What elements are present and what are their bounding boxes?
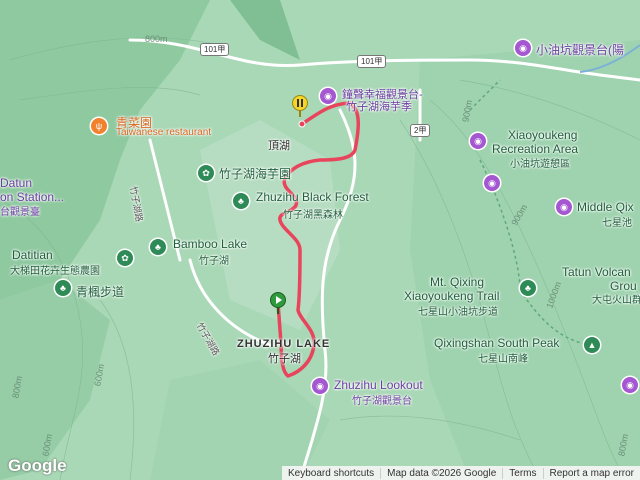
label-qixingshan-south-cjk[interactable]: 七星山南峰 [478,350,528,365]
park-icon[interactable]: ✿ [198,165,214,181]
label-xiaoyoukeng-rec-2[interactable]: Recreation Area [492,142,578,156]
contour-label: 800m [145,34,168,44]
label-lookout-cjk[interactable]: 竹子湖觀景台 [352,392,412,407]
label-sea-taro[interactable]: 竹子湖海芋季 [346,98,412,114]
park-icon[interactable]: ♣ [150,239,166,255]
label-dinghu: 頂湖 [268,140,290,152]
label-datun-3[interactable]: 台觀景臺 [0,203,40,218]
label-bamboo-lake[interactable]: Bamboo Lake [173,237,247,251]
label-datitian-cjk[interactable]: 大梯田花卉生態農園 [10,262,100,277]
camera-icon[interactable]: ◉ [515,40,531,56]
map-canvas[interactable]: ◉ ◉ ◉ ◉ ◉ ◉ ψ ✿ ♣ ♣ ✿ ♣ ♣ ▲ ◉ 101甲 101甲 … [0,0,640,480]
label-taiwanese-restaurant[interactable]: Taiwanese restaurant [116,127,211,138]
terms-link[interactable]: Terms [502,467,542,479]
terrain-layer [0,0,640,480]
report-error-link[interactable]: Report a map error [542,467,640,479]
road-shield: 2甲 [410,124,431,137]
camera-icon[interactable]: ◉ [622,377,638,393]
label-xiaoyoukeng-rec-cjk[interactable]: 小油坑遊憩區 [510,155,570,170]
label-zhuzihu-haiyu[interactable]: 竹子湖海芋園 [219,165,291,182]
camera-icon[interactable]: ◉ [320,88,336,104]
label-mt-qixing-2[interactable]: Xiaoyoukeng Trail [404,289,499,303]
label-datun-1[interactable]: Datun [0,176,32,190]
park-icon[interactable]: ✿ [117,250,133,266]
map-data-text: Map data ©2026 Google [380,467,502,479]
label-datun-2[interactable]: on Station... [0,190,64,204]
label-datitian[interactable]: Datitian [12,248,53,262]
map-footer: Keyboard shortcuts Map data ©2026 Google… [281,466,640,480]
route-end-dot [298,120,306,128]
label-mt-qixing-1[interactable]: Mt. Qixing [430,275,484,289]
label-qingfeng[interactable]: 青楓步道 [76,283,124,300]
start-flag-icon[interactable] [270,292,286,314]
label-mt-qixing-cjk[interactable]: 七星山小油坑步道 [418,303,498,318]
keyboard-shortcuts-link[interactable]: Keyboard shortcuts [282,468,380,479]
label-tatun-cjk[interactable]: 大屯火山群 [592,291,640,306]
mountain-icon[interactable]: ▲ [584,337,600,353]
label-zhuzihu-lake-cjk: 竹子湖 [268,353,301,365]
park-icon[interactable]: ♣ [55,280,71,296]
label-xiaoyoukeng-observatory[interactable]: 小油坑觀景台(陽 [536,41,624,58]
pause-marker-icon[interactable] [292,95,308,117]
restaurant-icon[interactable]: ψ [91,118,107,134]
label-middle-qixing-cjk[interactable]: 七星池 [602,214,632,229]
road-shield: 101甲 [357,55,387,68]
google-logo: Google [8,456,67,475]
label-zhuzihu-lake: ZHUZIHU LAKE [237,338,331,350]
label-black-forest-cjk[interactable]: 竹子湖黑森林 [283,206,343,221]
park-icon[interactable]: ♣ [233,193,249,209]
label-tatun-1[interactable]: Tatun Volcan [562,265,631,279]
camera-icon[interactable]: ◉ [484,175,500,191]
road-shield: 101甲 [200,43,230,56]
park-icon[interactable]: ♣ [520,280,536,296]
label-qixingshan-south[interactable]: Qixingshan South Peak [434,336,559,350]
label-xiaoyoukeng-rec-1[interactable]: Xiaoyoukeng [508,128,577,142]
label-black-forest[interactable]: Zhuzihu Black Forest [256,190,369,204]
label-lookout[interactable]: Zhuzihu Lookout [334,378,423,392]
camera-icon[interactable]: ◉ [470,133,486,149]
camera-icon[interactable]: ◉ [556,199,572,215]
label-middle-qixing[interactable]: Middle Qix [577,200,634,214]
label-bamboo-lake-cjk[interactable]: 竹子湖 [199,252,229,267]
camera-icon[interactable]: ◉ [312,378,328,394]
